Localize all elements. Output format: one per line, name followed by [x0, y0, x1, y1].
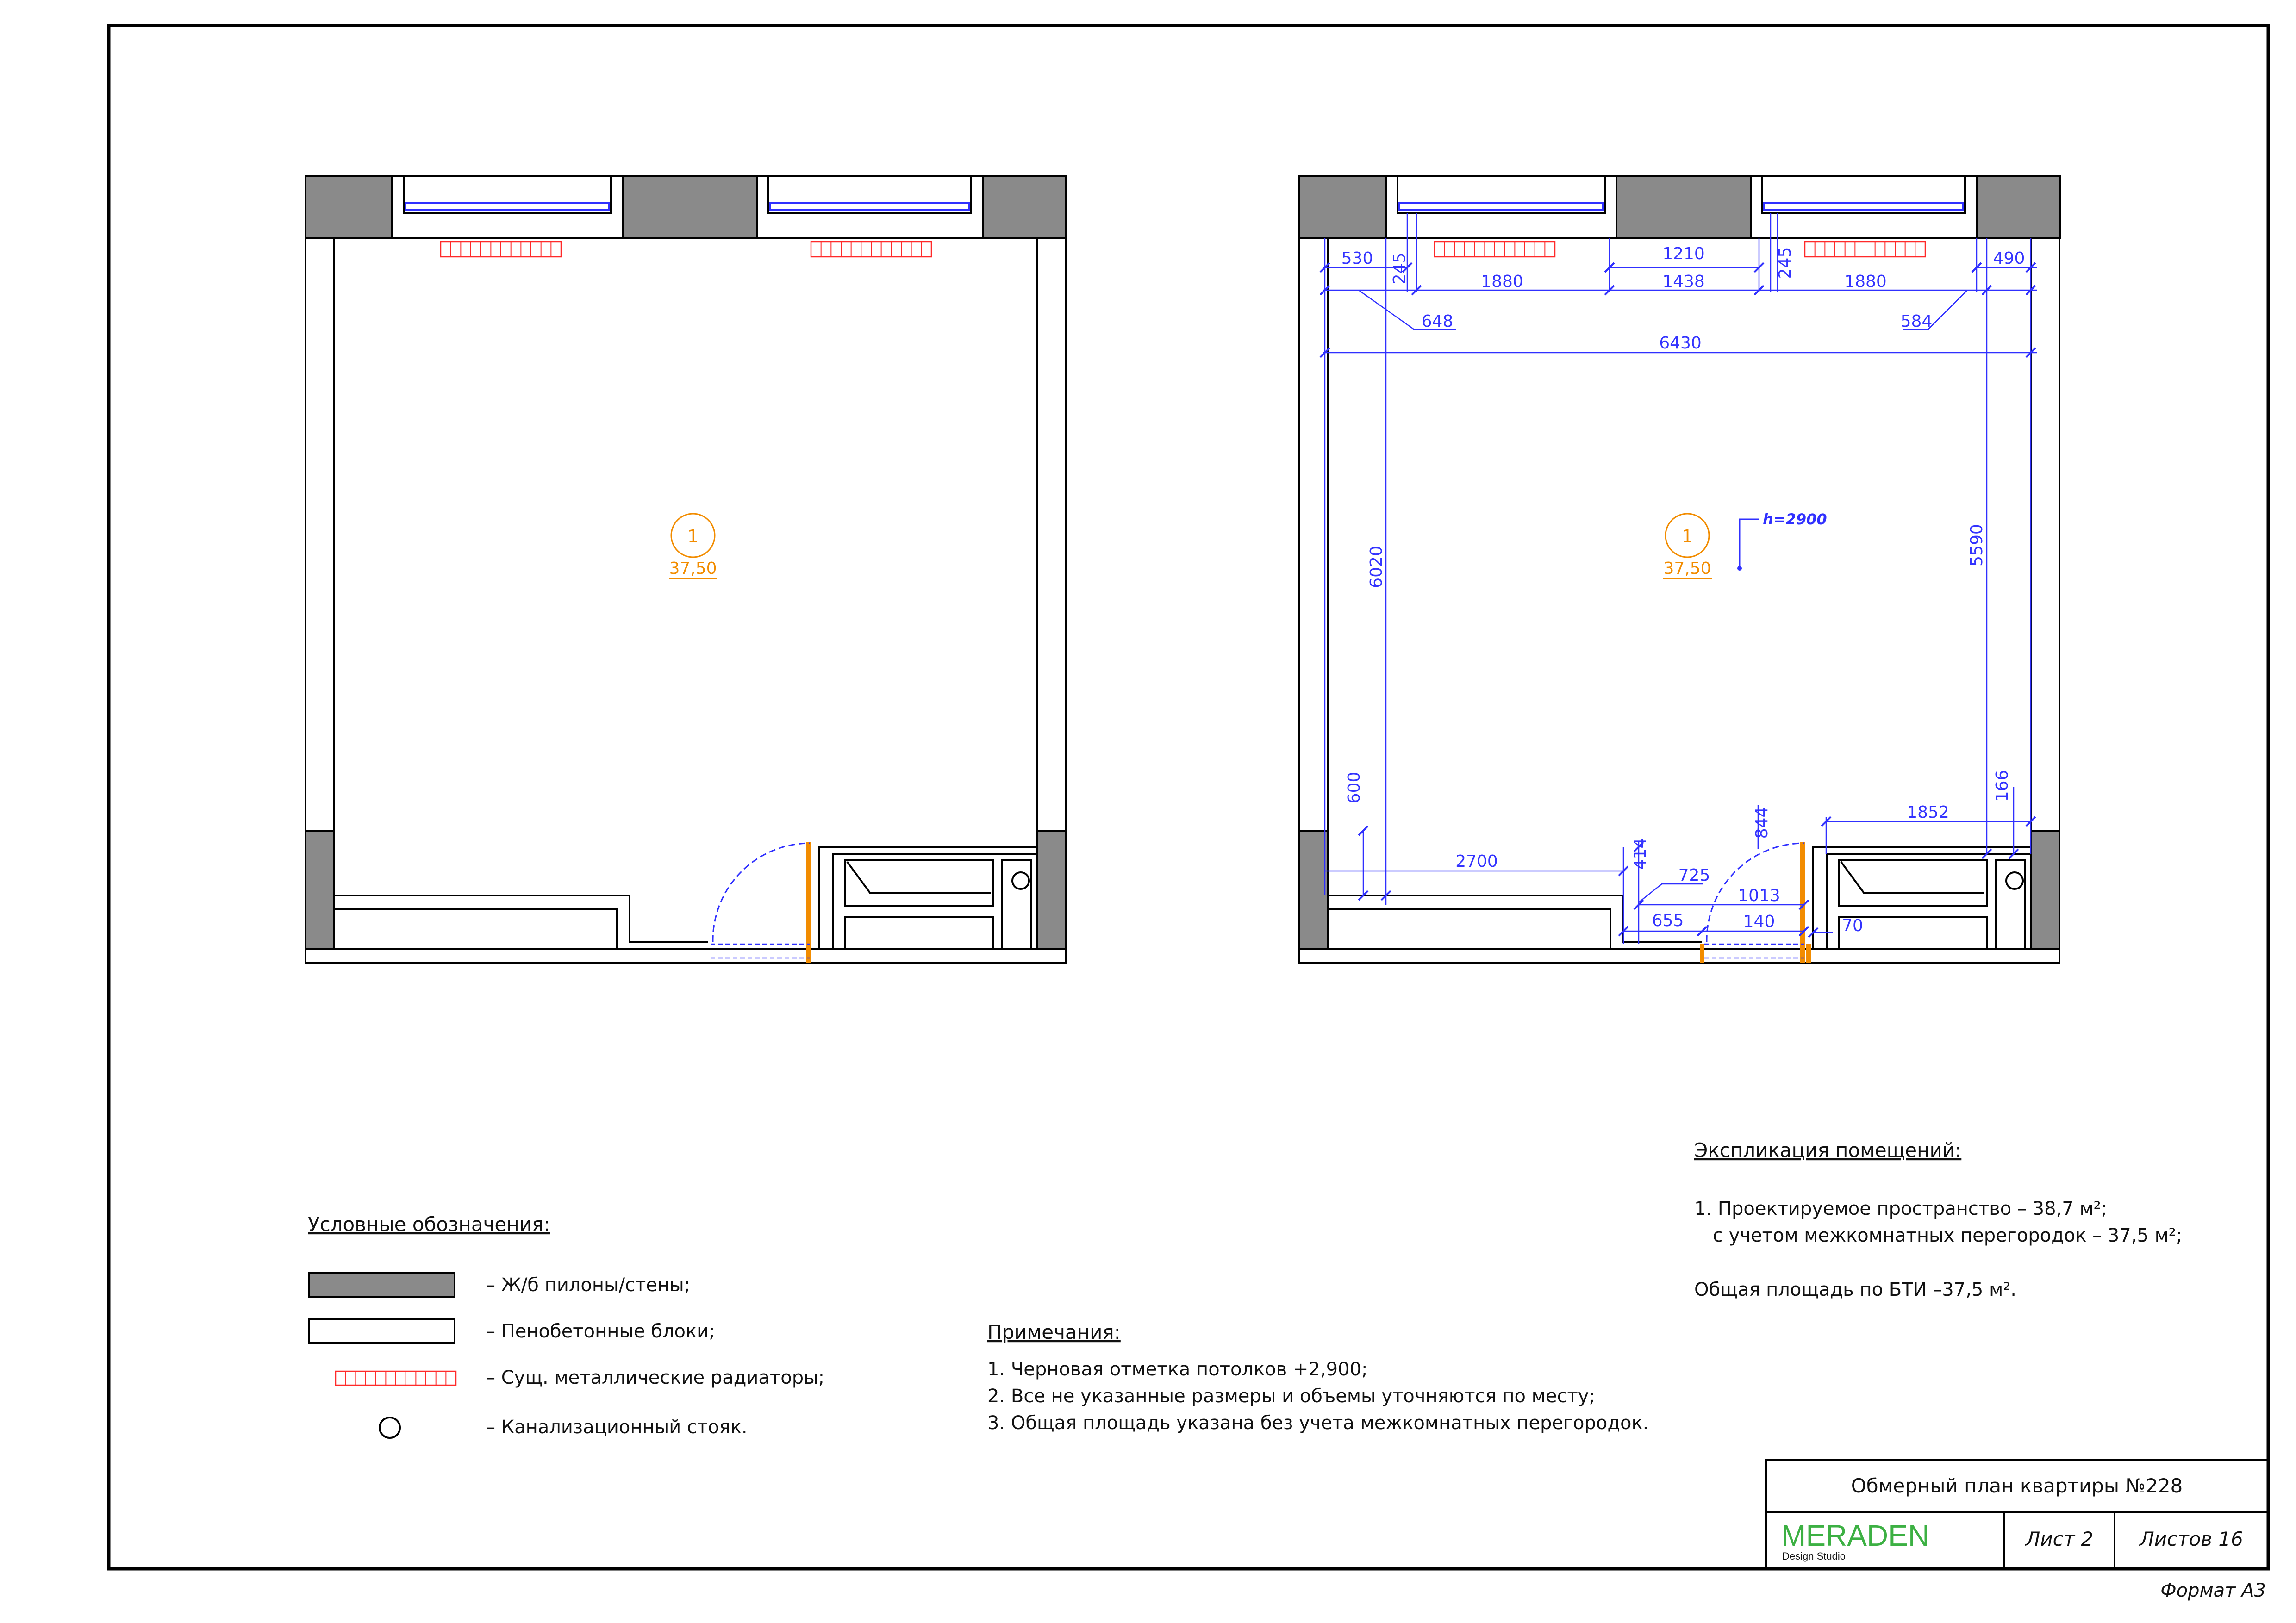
dim-648: 648 [1422, 312, 1454, 331]
left-plan-pier-n [622, 175, 758, 239]
dim-600: 600 [1345, 772, 1364, 804]
dim-5590: 5590 [1967, 524, 1986, 566]
dim-70: 70 [1842, 916, 1863, 935]
left-plan-partition-left [334, 895, 708, 943]
right-plan-partition-left [1328, 895, 1702, 943]
left-plan-bathtub [844, 859, 994, 907]
dim-6020: 6020 [1367, 546, 1386, 588]
plan-left: 1 37,50 [305, 175, 1067, 964]
brand-logo: MERADEN [1781, 1519, 1929, 1552]
legend-sewer-riser-icon [379, 1417, 401, 1439]
left-plan-pier-se [1036, 830, 1067, 950]
dim-530: 530 [1341, 249, 1373, 268]
left-plan-room-area: 37,50 [669, 559, 717, 578]
legend-item-sewer-riser: – Канализационный стояк. [486, 1417, 748, 1438]
right-plan-door-post-right [1806, 944, 1811, 963]
title-block: Обмерный план квартиры №228 MERADEN Desi… [1765, 1459, 2270, 1570]
legend-concrete-swatch [308, 1272, 455, 1298]
dim-1852: 1852 [1907, 803, 1949, 822]
dim-2700: 2700 [1455, 852, 1498, 871]
right-plan-sewer-riser [2005, 871, 2024, 890]
right-plan-window-bay-2 [1750, 175, 1978, 239]
left-plan-window-bay-2 [756, 175, 984, 239]
notes: Примечания: 1. Черновая отметка потолков… [987, 1321, 1648, 1434]
sheet-number: Лист 2 [2025, 1528, 2094, 1550]
ceiling-height-leader [1739, 518, 1759, 568]
notes-title: Примечания: [987, 1321, 1121, 1343]
right-plan-bathtub [1838, 859, 1988, 907]
explication: Экспликация помещений: 1. Проектируемое … [1694, 1139, 2182, 1300]
dim-1438: 1438 [1662, 272, 1705, 291]
dim-1013: 1013 [1738, 886, 1780, 905]
drawing-sheet: 1 37,50 1 37,50 h=2900 530 245 1880 1210… [107, 24, 2270, 1601]
right-plan-cabinet [1327, 908, 1611, 950]
dim-655: 655 [1652, 911, 1684, 930]
legend-item-concrete: – Ж/б пилоны/стены; [486, 1275, 690, 1296]
explication-line-1: 1. Проектируемое пространство – 38,7 м²; [1694, 1198, 2107, 1219]
notes-line-3: 3. Общая площадь указана без учета межко… [987, 1412, 1648, 1434]
left-plan-pier-ne [982, 175, 1067, 239]
paper-format: Формат А3 [2160, 1580, 2266, 1601]
left-plan-door-swing [712, 842, 811, 942]
explication-title: Экспликация помещений: [1694, 1139, 1961, 1162]
notes-line-1: 1. Черновая отметка потолков +2,900; [987, 1359, 1367, 1380]
dim-414: 414 [1631, 838, 1650, 870]
left-plan-pier-nw [305, 175, 393, 239]
drawing-title: Обмерный план квартиры №228 [1851, 1474, 2183, 1497]
left-plan-partition-right [818, 846, 1037, 949]
right-plan-bathtub-line [1840, 861, 1984, 894]
right-plan-room-area: 37,50 [1663, 559, 1711, 578]
ceiling-height-label: h=2900 [1763, 510, 1827, 528]
legend-foam-swatch [308, 1318, 455, 1344]
left-plan-bathtub-line [846, 861, 991, 894]
left-plan-cabinet [333, 908, 618, 950]
brand-subtitle: Design Studio [1782, 1550, 1846, 1562]
right-plan-window-bay-1 [1385, 175, 1617, 239]
dim-140: 140 [1743, 912, 1775, 931]
explication-line-2: с учетом межкомнатных перегородок – 37,5… [1713, 1225, 2182, 1246]
explication-line-3: Общая площадь по БТИ –37,5 м². [1694, 1279, 2016, 1300]
left-plan-room-number: 1 [687, 526, 699, 547]
right-plan-room-number: 1 [1682, 526, 1693, 547]
plan-right: 1 37,50 h=2900 530 245 1880 1210 1438 24… [1298, 175, 2061, 964]
dim-584: 584 [1901, 312, 1933, 331]
right-plan-south-wall [1298, 948, 2060, 964]
right-plan-pier-sw [1298, 830, 1329, 950]
left-plan-sewer-riser [1011, 871, 1030, 890]
dim-1880-left: 1880 [1481, 272, 1523, 291]
legend-title: Условные обозначения: [308, 1213, 550, 1236]
sheets-total: Листов 16 [2139, 1528, 2243, 1550]
legend-item-radiator: – Сущ. металлические радиаторы; [486, 1367, 824, 1388]
left-plan-south-wall [305, 948, 1067, 964]
dim-245-left: 245 [1390, 253, 1409, 285]
dim-844: 844 [1753, 807, 1772, 839]
dim-1880-right: 1880 [1844, 272, 1887, 291]
dim-245-right: 245 [1776, 247, 1795, 279]
left-plan-pier-sw [305, 830, 335, 950]
left-plan-sink-unit [844, 916, 994, 950]
left-plan-window-bay-1 [391, 175, 624, 239]
dim-1210: 1210 [1662, 244, 1705, 263]
legend-item-foam-block: – Пенобетонные блоки; [486, 1321, 715, 1342]
right-plan-pier-ne [1976, 175, 2061, 239]
ceiling-height-dot [1737, 566, 1742, 571]
legend: Условные обозначения: – Ж/б пилоны/стены… [308, 1213, 824, 1439]
dim-725: 725 [1678, 866, 1710, 885]
left-plan-partition-right-inner [832, 853, 1037, 949]
right-plan-pier-se [2030, 830, 2060, 950]
right-plan-door-post-left [1700, 944, 1704, 963]
right-plan-pier-nw [1298, 175, 1387, 239]
dim-6430: 6430 [1659, 334, 1702, 353]
dim-490: 490 [1993, 249, 2025, 268]
notes-line-2: 2. Все не указанные размеры и объемы уто… [987, 1386, 1595, 1407]
right-plan-pier-n [1616, 175, 1752, 239]
dim-166: 166 [1993, 770, 2012, 802]
